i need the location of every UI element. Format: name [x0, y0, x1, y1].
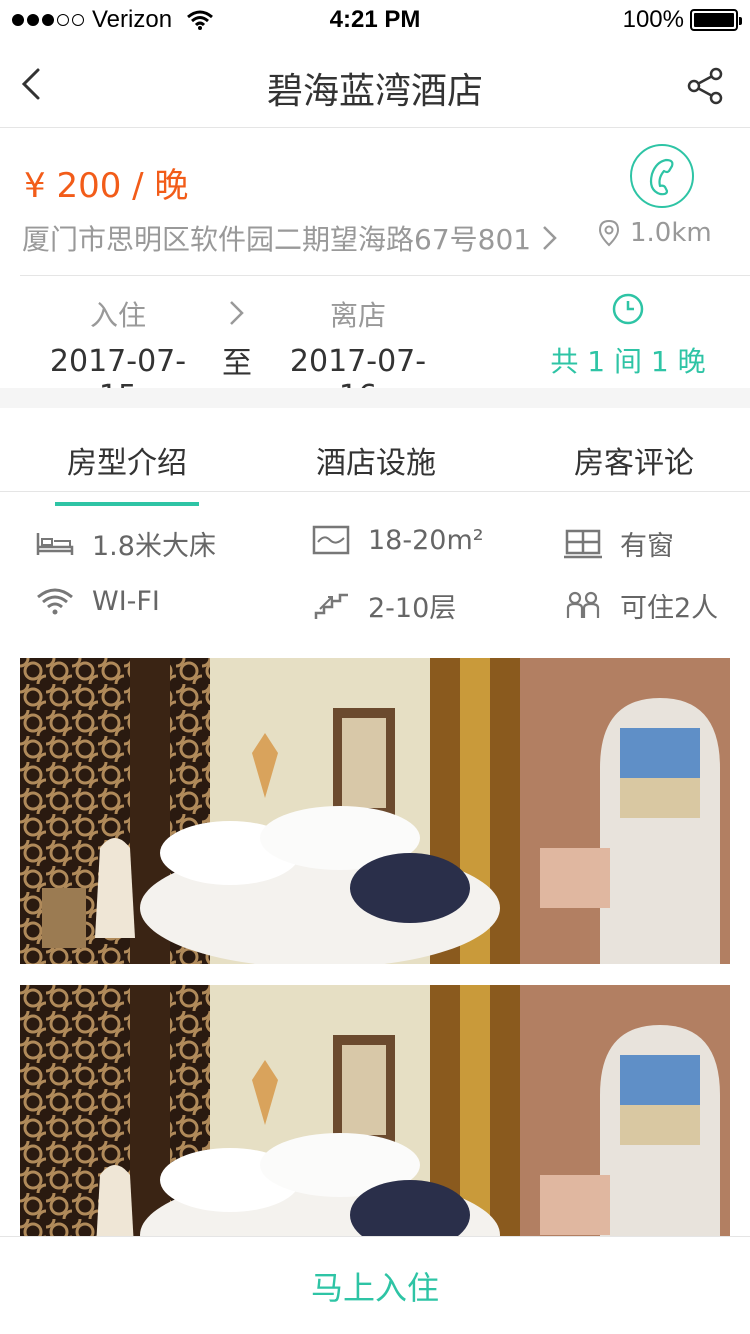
- feature-bed: 1.8米大床: [36, 524, 216, 563]
- status-bar: Verizon 4:21 PM 100%: [0, 0, 750, 40]
- chevron-right-icon: [543, 226, 557, 250]
- hotel-address: 厦门市思明区软件园二期望海路67号801: [22, 223, 532, 256]
- feature-floor: 2-10层: [312, 586, 456, 625]
- area-icon: [312, 525, 350, 555]
- window-icon: [564, 529, 602, 558]
- page-title: 碧海蓝湾酒店: [266, 71, 483, 112]
- wifi-icon: [37, 588, 73, 614]
- clock-icon: [612, 293, 644, 325]
- nav-bar: 碧海蓝湾酒店: [0, 40, 750, 128]
- section-gap: [0, 388, 750, 408]
- phone-icon: [649, 158, 674, 196]
- feature-area-label: 18-20m²: [368, 524, 484, 556]
- check-in-now-button[interactable]: 马上入住: [0, 1236, 750, 1334]
- checkout-label: 离店: [329, 299, 386, 332]
- feature-wifi-label: WI-FI: [92, 586, 160, 617]
- tab-guest-reviews[interactable]: 房客评论: [574, 438, 694, 482]
- feature-window-label: 有窗: [620, 531, 674, 562]
- share-icon[interactable]: [686, 66, 726, 106]
- tab-bar: 房型介绍 酒店设施 房客评论: [0, 408, 750, 506]
- address-link[interactable]: 厦门市思明区软件园二期望海路67号801: [22, 218, 559, 258]
- call-button[interactable]: [630, 144, 694, 208]
- tab-hotel-facilities[interactable]: 酒店设施: [316, 438, 436, 482]
- bed-icon: [36, 532, 74, 555]
- feature-occupancy-label: 可住2人: [620, 593, 719, 624]
- chevron-right-icon: [230, 301, 244, 325]
- location-pin-icon: [598, 219, 620, 247]
- room-photo-illustration: [20, 658, 730, 964]
- stay-duration: 共 1 间 1 晚: [550, 345, 706, 378]
- room-price: ¥ 200 / 晚: [24, 166, 189, 206]
- distance-info: 1.0km: [598, 218, 712, 248]
- check-in-now-label: 马上入住: [310, 1268, 439, 1307]
- feature-floor-label: 2-10层: [368, 593, 457, 624]
- feature-bed-label: 1.8米大床: [92, 531, 216, 562]
- battery-icon: [690, 9, 742, 31]
- feature-occupancy: 可住2人: [564, 586, 718, 625]
- stairs-icon: [314, 593, 348, 619]
- battery-percent: 100%: [622, 6, 684, 33]
- stay-summary[interactable]: 共 1 间 1 晚: [548, 292, 708, 380]
- status-right: 100%: [622, 6, 742, 34]
- people-icon: [566, 591, 600, 618]
- room-photo[interactable]: [20, 658, 730, 964]
- feature-wifi: WI-FI: [36, 586, 160, 617]
- feature-window: 有窗: [564, 524, 674, 563]
- tab-room-intro[interactable]: 房型介绍: [55, 438, 199, 506]
- date-to-label: 至: [222, 346, 252, 381]
- feature-area: 18-20m²: [312, 524, 484, 556]
- checkin-label: 入住: [89, 299, 146, 332]
- divider: [20, 275, 750, 276]
- distance-value: 1.0km: [630, 218, 712, 248]
